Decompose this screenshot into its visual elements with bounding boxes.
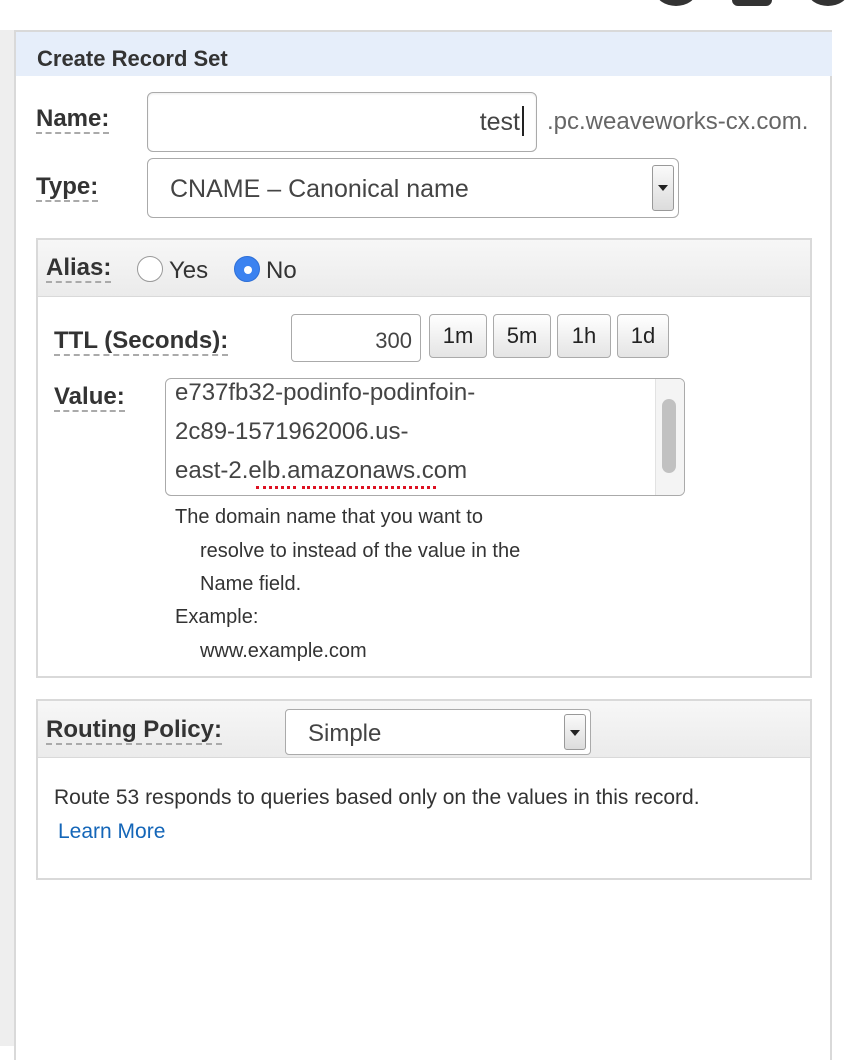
routing-policy-label: Routing Policy: — [46, 716, 222, 745]
text-caret — [522, 106, 524, 136]
ttl-1d-button[interactable]: 1d — [617, 314, 669, 358]
value-line: e737fb32-podinfo-podinfoin- — [175, 379, 476, 406]
ttl-input-value: 300 — [375, 328, 412, 353]
panel-header: Create Record Set — [16, 32, 832, 76]
spellcheck-underline — [302, 483, 436, 489]
value-help-text: The domain name that you want to — [175, 506, 483, 528]
alias-no-radio[interactable] — [234, 256, 260, 282]
chevron-down-icon — [570, 730, 580, 736]
value-scrollbar[interactable] — [655, 379, 684, 495]
help-icon[interactable] — [808, 0, 848, 6]
value-label: Value: — [54, 383, 125, 412]
type-select[interactable]: CNAME – Canonical name — [147, 158, 679, 218]
routing-description: Route 53 responds to queries based only … — [54, 786, 700, 809]
ttl-1h-button[interactable]: 1h — [557, 314, 611, 358]
ttl-label: TTL (Seconds): — [54, 327, 229, 356]
routing-policy-select[interactable]: Simple — [285, 709, 591, 755]
value-textarea[interactable]: e737fb32-podinfo-podinfoin- 2c89-15719620… — [165, 378, 685, 496]
left-gutter — [0, 30, 14, 1046]
top-toolbar — [636, 0, 866, 8]
ttl-5m-button[interactable]: 5m — [493, 314, 551, 358]
type-select-value: CNAME – Canonical name — [170, 175, 469, 203]
value-help-text: resolve to instead of the value in the — [200, 540, 521, 562]
routing-policy-value: Simple — [308, 720, 382, 747]
alias-yes-radio[interactable] — [137, 256, 163, 282]
name-input[interactable]: test — [147, 92, 537, 152]
type-dropdown-button[interactable] — [652, 165, 674, 211]
value-help-example: www.example.com — [200, 640, 367, 662]
panel-title: Create Record Set — [37, 46, 228, 71]
ttl-input[interactable]: 300 — [291, 314, 421, 362]
value-help-example-label: Example: — [175, 606, 259, 628]
value-help-text: Name field. — [200, 573, 302, 595]
type-label: Type: — [36, 173, 99, 202]
ttl-1m-button[interactable]: 1m — [429, 314, 487, 358]
gear-icon[interactable] — [732, 0, 772, 6]
alias-label: Alias: — [46, 254, 112, 283]
name-input-value: test — [479, 108, 520, 136]
alias-yes-label[interactable]: Yes — [169, 257, 208, 285]
alias-no-label[interactable]: No — [266, 257, 297, 285]
name-label: Name: — [36, 105, 110, 134]
routing-dropdown-button[interactable] — [564, 714, 586, 750]
scrollbar-thumb[interactable] — [662, 399, 676, 473]
learn-more-link[interactable]: Learn More — [58, 820, 165, 844]
chevron-down-icon — [658, 185, 668, 191]
domain-suffix: .pc.weaveworks-cx.com. — [547, 108, 809, 135]
value-line: 2c89-1571962006.us- — [175, 418, 409, 445]
value-text: e737fb32-podinfo-podinfoin- 2c89-15719620… — [175, 379, 655, 490]
refresh-icon[interactable] — [656, 0, 696, 6]
spellcheck-underline — [256, 483, 296, 489]
